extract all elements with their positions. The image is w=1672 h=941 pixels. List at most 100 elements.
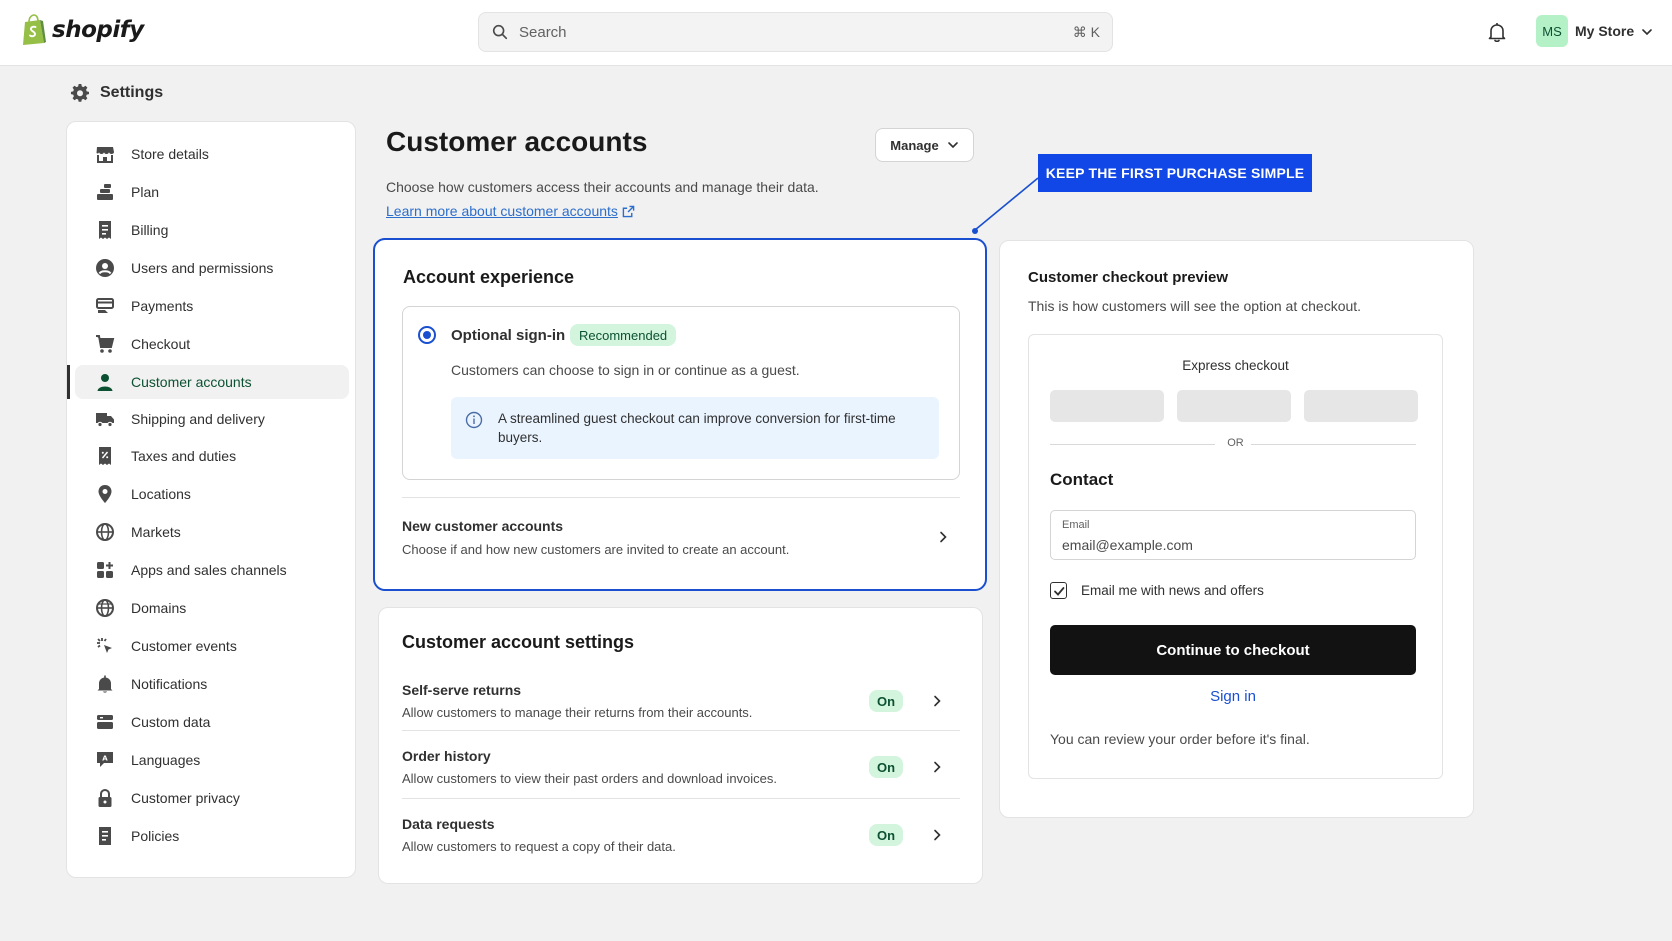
- sidebar-item-shipping-and-delivery[interactable]: Shipping and delivery: [75, 402, 349, 436]
- sidebar-item-apps-and-sales-channels[interactable]: Apps and sales channels: [75, 553, 349, 587]
- info-banner: A streamlined guest checkout can improve…: [451, 397, 939, 459]
- sidebar-item-billing[interactable]: Billing: [75, 213, 349, 247]
- sidebar-item-domains[interactable]: Domains: [75, 591, 349, 625]
- sidebar-item-users-and-permissions[interactable]: Users and permissions: [75, 251, 349, 285]
- newsletter-label: Email me with news and offers: [1081, 583, 1264, 598]
- row-title: Self-serve returns: [402, 682, 522, 698]
- sidebar-item-label: Billing: [131, 222, 169, 238]
- chevron-right-icon: [934, 829, 941, 841]
- settings-row-order-history[interactable]: Order history Allow customers to view th…: [402, 731, 960, 797]
- status-badge: On: [869, 756, 903, 778]
- account-settings-title: Customer account settings: [402, 632, 635, 652]
- chevron-down-icon: [947, 142, 958, 149]
- sidebar-item-custom-data[interactable]: Custom data: [75, 705, 349, 739]
- chevron-down-icon[interactable]: [1640, 25, 1654, 39]
- chevron-right-icon: [934, 695, 941, 707]
- learn-more-link[interactable]: Learn more about customer accounts: [386, 203, 635, 219]
- apps-icon: [95, 560, 115, 580]
- option-label: Optional sign-in: [451, 327, 566, 344]
- bell-icon: [95, 674, 115, 694]
- sidebar-item-label: Customer accounts: [131, 374, 252, 390]
- sidebar-item-label: Payments: [131, 298, 194, 314]
- new-customer-accounts-row[interactable]: New customer accounts Choose if and how …: [402, 498, 960, 578]
- info-icon: [465, 411, 483, 429]
- manage-button[interactable]: Manage: [875, 128, 974, 162]
- optional-sign-in-radio[interactable]: [418, 326, 436, 344]
- preview-title: Customer checkout preview: [1028, 269, 1229, 286]
- sidebar-item-locations[interactable]: Locations: [75, 477, 349, 511]
- status-badge: On: [869, 824, 903, 846]
- newsletter-checkbox[interactable]: [1050, 582, 1067, 599]
- svg-text:A: A: [102, 755, 108, 763]
- policy-document-icon: [95, 826, 115, 846]
- settings-row-self-serve-returns[interactable]: Self-serve returns Allow customers to ma…: [402, 664, 960, 730]
- sidebar-item-store-details[interactable]: Store details: [75, 137, 349, 171]
- option-description: Customers can choose to sign in or conti…: [451, 362, 800, 378]
- email-field[interactable]: Email email@example.com: [1050, 510, 1416, 560]
- store-name[interactable]: My Store: [1575, 23, 1634, 39]
- sidebar-item-label: Users and permissions: [131, 260, 274, 276]
- notifications-bell-icon[interactable]: [1485, 20, 1509, 44]
- continue-to-checkout-button[interactable]: Continue to checkout: [1050, 625, 1416, 675]
- sidebar-item-notifications[interactable]: Notifications: [75, 667, 349, 701]
- settings-heading: Settings: [70, 83, 163, 103]
- sidebar-item-customer-privacy[interactable]: Customer privacy: [75, 781, 349, 815]
- globe-icon: [95, 522, 115, 542]
- gear-icon: [70, 83, 89, 102]
- cursor-click-icon: [95, 636, 115, 656]
- row-title: Data requests: [402, 816, 495, 832]
- receipt-icon: [95, 220, 115, 240]
- lock-icon: [95, 788, 115, 808]
- user-circle-icon: [95, 258, 115, 278]
- sidebar-item-label: Languages: [131, 752, 201, 768]
- chevron-right-icon: [940, 531, 947, 543]
- search-bar[interactable]: Search ⌘ K: [478, 12, 1113, 52]
- sidebar-item-languages[interactable]: A Languages: [75, 743, 349, 777]
- location-pin-icon: [95, 484, 115, 504]
- sign-in-link[interactable]: Sign in: [1029, 688, 1437, 705]
- avatar[interactable]: MS: [1536, 15, 1568, 47]
- sidebar-item-checkout[interactable]: Checkout: [75, 327, 349, 361]
- sidebar-item-policies[interactable]: Policies: [75, 819, 349, 853]
- email-field-label: Email: [1062, 519, 1090, 531]
- page-title: Customer accounts: [386, 126, 648, 157]
- row-title: Order history: [402, 748, 491, 764]
- annotation-callout: KEEP THE FIRST PURCHASE SIMPLE: [1038, 154, 1312, 192]
- callout-connector: [972, 177, 1039, 234]
- cart-icon: [95, 334, 115, 354]
- customer-account-settings-card: Customer account settings Self-serve ret…: [378, 607, 983, 884]
- plan-icon: [95, 182, 115, 202]
- sidebar-item-label: Notifications: [131, 676, 208, 692]
- sidebar-item-customer-events[interactable]: Customer events: [75, 629, 349, 663]
- row-description: Allow customers to view their past order…: [402, 771, 778, 786]
- settings-title: Settings: [100, 84, 164, 101]
- sidebar-item-payments[interactable]: Payments: [75, 289, 349, 323]
- sidebar-item-plan[interactable]: Plan: [75, 175, 349, 209]
- settings-row-data-requests[interactable]: Data requests Allow customers to request…: [402, 799, 960, 865]
- page-description: Choose how customers access their accoun…: [386, 179, 819, 195]
- sidebar-item-label: Domains: [131, 600, 187, 616]
- express-pay-button[interactable]: [1177, 390, 1291, 422]
- express-checkout-label: Express checkout: [1182, 358, 1289, 373]
- or-label: OR: [1227, 437, 1244, 449]
- contact-heading: Contact: [1050, 470, 1114, 489]
- optional-sign-in-option[interactable]: Optional sign-in Recommended Customers c…: [402, 306, 960, 480]
- sidebar-item-label: Taxes and duties: [131, 448, 237, 464]
- payments-icon: [95, 296, 115, 316]
- sidebar-item-taxes-and-duties[interactable]: Taxes and duties: [75, 439, 349, 473]
- info-text: A streamlined guest checkout can improve…: [498, 411, 896, 445]
- express-pay-button[interactable]: [1304, 390, 1418, 422]
- search-icon: [492, 24, 508, 40]
- sidebar-item-label: Markets: [131, 524, 181, 540]
- shopify-logo[interactable]: shopify: [20, 14, 144, 46]
- sidebar-item-label: Store details: [131, 146, 209, 162]
- person-icon: [95, 372, 115, 392]
- manage-button-label: Manage: [890, 137, 939, 153]
- top-bar: shopify Search ⌘ K MS My Store: [0, 0, 1672, 66]
- sidebar-item-label: Shipping and delivery: [131, 411, 265, 427]
- sidebar-item-customer-accounts[interactable]: Customer accounts: [67, 365, 349, 399]
- review-note: You can review your order before it's fi…: [1050, 731, 1310, 747]
- checkmark-icon: [1053, 586, 1064, 596]
- sidebar-item-markets[interactable]: Markets: [75, 515, 349, 549]
- express-pay-button[interactable]: [1050, 390, 1164, 422]
